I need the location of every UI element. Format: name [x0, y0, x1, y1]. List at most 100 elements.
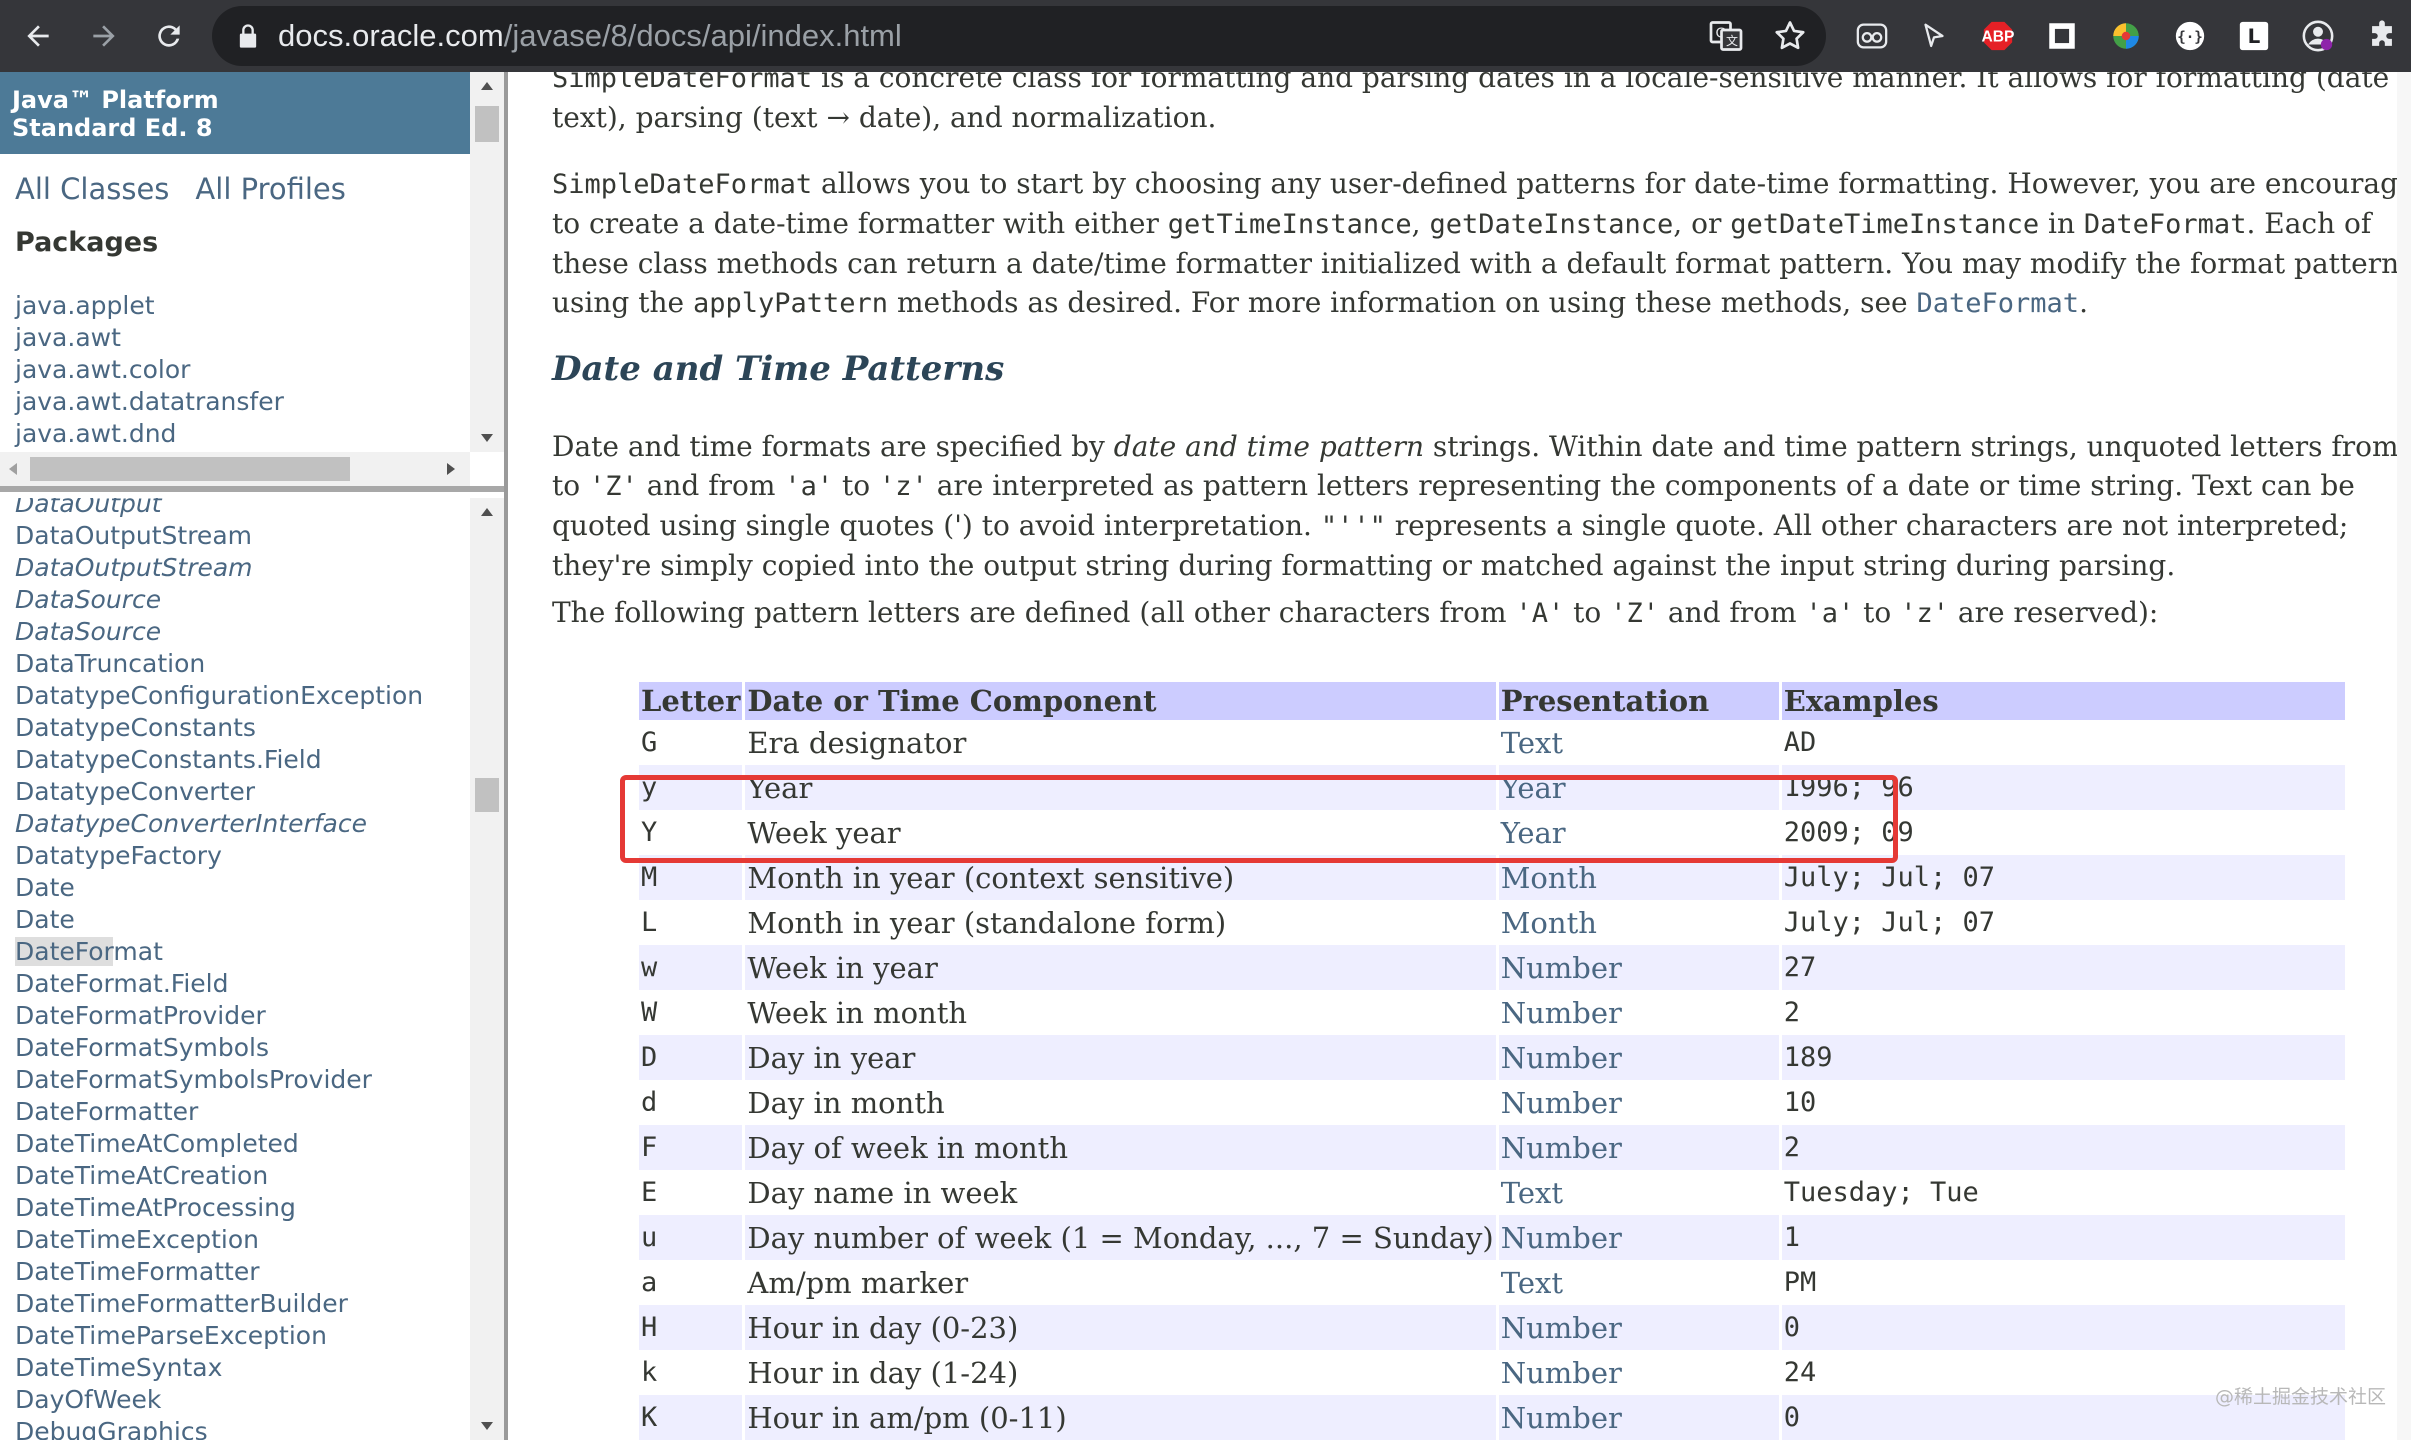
url-text[interactable]: docs.oracle.com/javase/8/docs/api/index.…: [278, 6, 902, 66]
class-link[interactable]: DateTimeException: [15, 1224, 423, 1256]
header-component: Date or Time Component: [745, 682, 1496, 720]
class-link[interactable]: DateFormatSymbolsProvider: [15, 1064, 423, 1096]
class-list-frame: DataOutput DataOutputStream DataOutputStre…: [0, 498, 504, 1440]
lock-icon[interactable]: [234, 22, 262, 50]
class-link[interactable]: DatatypeConverterInterface: [15, 808, 423, 840]
scroll-up-arrow-icon[interactable]: [476, 502, 498, 522]
scroll-down-arrow-icon[interactable]: [476, 1416, 498, 1436]
forward-button[interactable]: [80, 12, 128, 60]
presentation-cell[interactable]: Number: [1498, 1035, 1779, 1080]
text-run: ,: [1411, 207, 1430, 240]
content-vertical-scrollbar[interactable]: [2397, 72, 2411, 1440]
platform-title-line1: Java™ Platform: [12, 86, 219, 114]
letter-cell: G: [641, 727, 658, 758]
class-link[interactable]: Date: [15, 872, 423, 904]
presentation-cell[interactable]: Number: [1498, 1305, 1779, 1350]
class-link[interactable]: DataSource: [15, 584, 423, 616]
class-link[interactable]: DateTimeAtCompleted: [15, 1128, 423, 1160]
horizontal-scrollbar-thumb[interactable]: [30, 457, 350, 481]
all-classes-link[interactable]: All Classes: [15, 172, 169, 206]
class-link[interactable]: DebugGraphics: [15, 1416, 423, 1440]
back-button[interactable]: [14, 12, 62, 60]
class-link[interactable]: DateTimeSyntax: [15, 1352, 423, 1384]
class-link[interactable]: DateTimeFormatter: [15, 1256, 423, 1288]
presentation-cell[interactable]: Number: [1499, 1080, 1779, 1125]
text-run: to: [1564, 596, 1611, 629]
reload-button[interactable]: [145, 12, 193, 60]
scroll-down-arrow-icon[interactable]: [476, 428, 498, 448]
package-list-frame: Java™ Platform Standard Ed. 8 All Classe…: [0, 72, 504, 492]
class-link[interactable]: DateFormat.Field: [15, 968, 423, 1000]
inline-code: 'Z': [589, 471, 638, 502]
cursor-extension-icon[interactable]: [1914, 16, 1954, 56]
presentation-cell[interactable]: Month: [1499, 900, 1779, 945]
scrollbar-thumb[interactable]: [475, 778, 499, 812]
package-frame-horizontal-scrollbar[interactable]: [0, 452, 470, 486]
scroll-up-arrow-icon[interactable]: [476, 76, 498, 96]
text-line: these class methods can return a date/ti…: [552, 247, 2400, 280]
letter-cell: L: [641, 907, 658, 938]
class-link[interactable]: DataOutput: [15, 498, 423, 520]
square-extension-icon[interactable]: [2042, 16, 2082, 56]
class-link[interactable]: DateFormat: [15, 936, 423, 968]
presentation-cell[interactable]: Text: [1499, 1170, 1779, 1215]
header-examples: Examples: [1781, 682, 2345, 720]
class-link[interactable]: DateTimeAtProcessing: [15, 1192, 423, 1224]
inline-code: 'z': [1900, 598, 1949, 629]
all-profiles-link[interactable]: All Profiles: [195, 172, 345, 206]
presentation-cell[interactable]: Number: [1499, 1350, 1779, 1395]
component-cell: Day number of week (1 = Monday, ..., 7 =…: [745, 1215, 1496, 1260]
bookmark-star-icon[interactable]: [1772, 18, 1808, 54]
class-link[interactable]: DateTimeParseException: [15, 1320, 423, 1352]
text-run: to: [552, 469, 590, 502]
presentation-cell[interactable]: Number: [1499, 990, 1779, 1035]
package-link[interactable]: java.awt: [15, 322, 284, 354]
class-link[interactable]: DataOutputStream: [15, 552, 423, 584]
class-link[interactable]: DateTimeFormatterBuilder: [15, 1288, 423, 1320]
presentation-cell[interactable]: Text: [1499, 720, 1779, 765]
presentation-cell[interactable]: Number: [1498, 1215, 1779, 1260]
l-extension-icon[interactable]: L: [2234, 16, 2274, 56]
class-link[interactable]: DateFormatter: [15, 1096, 423, 1128]
code-extension-icon[interactable]: {·}: [2170, 16, 2210, 56]
class-link[interactable]: DataOutputStream: [15, 520, 423, 552]
class-link[interactable]: DataTruncation: [15, 648, 423, 680]
package-link[interactable]: java.awt.datatransfer: [15, 386, 284, 418]
class-link[interactable]: DatatypeConfigurationException: [15, 680, 423, 712]
presentation-cell[interactable]: Text: [1499, 1260, 1779, 1305]
colorful-extension-icon[interactable]: [2106, 16, 2146, 56]
class-link[interactable]: DateFormatSymbols: [15, 1032, 423, 1064]
class-frame-vertical-scrollbar[interactable]: [470, 498, 504, 1440]
class-link[interactable]: DataSource: [15, 616, 423, 648]
class-link[interactable]: Date: [15, 904, 423, 936]
puzzle-extensions-icon[interactable]: [2362, 16, 2402, 56]
text-run: quoted using single quotes (') to avoid …: [552, 509, 1321, 542]
package-link[interactable]: java.awt.color: [15, 354, 284, 386]
translate-icon[interactable]: G文: [1708, 18, 1744, 54]
package-link[interactable]: java.awt.dnd: [15, 418, 284, 450]
package-link[interactable]: java.applet: [15, 290, 284, 322]
eyes-extension-icon[interactable]: [1852, 16, 1892, 56]
presentation-cell[interactable]: Number: [1498, 1125, 1779, 1170]
class-link[interactable]: DayOfWeek: [15, 1384, 423, 1416]
class-link[interactable]: DatatypeFactory: [15, 840, 423, 872]
class-link[interactable]: DateFormatProvider: [15, 1000, 423, 1032]
scroll-left-arrow-icon[interactable]: [2, 459, 24, 479]
lock-person-extension-icon[interactable]: [2298, 16, 2338, 56]
presentation-cell[interactable]: Number: [1498, 945, 1779, 990]
text-run: methods as desired. For more information…: [888, 286, 1917, 319]
scrollbar-thumb[interactable]: [475, 106, 499, 142]
adblock-plus-icon[interactable]: ABP: [1978, 16, 2018, 56]
class-link[interactable]: DatatypeConstants.Field: [15, 744, 423, 776]
dateformat-link[interactable]: DateFormat: [1917, 288, 2080, 319]
address-bar[interactable]: docs.oracle.com/javase/8/docs/api/index.…: [212, 6, 1826, 66]
class-link[interactable]: DateTimeAtCreation: [15, 1160, 423, 1192]
class-link[interactable]: DatatypeConverter: [15, 776, 423, 808]
class-link[interactable]: DatatypeConstants: [15, 712, 423, 744]
text-run: , or: [1673, 207, 1731, 240]
table-row: u Day number of week (1 = Monday, ..., 7 …: [639, 1215, 2345, 1260]
table-row: H Hour in day (0-23) Number 0: [639, 1305, 2345, 1350]
presentation-cell[interactable]: Number: [1498, 1395, 1779, 1440]
package-frame-vertical-scrollbar[interactable]: [470, 72, 504, 452]
scroll-right-arrow-icon[interactable]: [440, 459, 462, 479]
